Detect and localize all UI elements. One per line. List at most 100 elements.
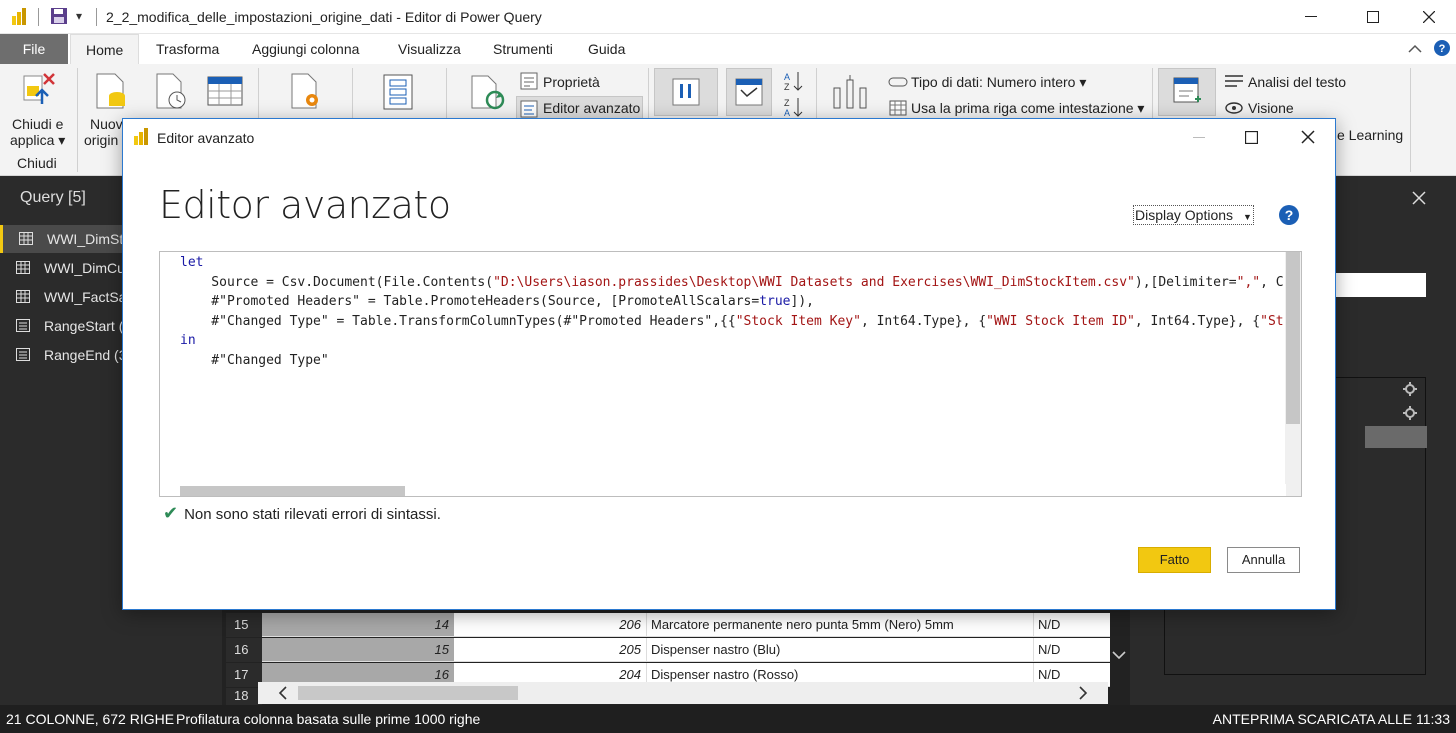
- dialog-maximize-icon[interactable]: [1245, 131, 1258, 144]
- properties-icon[interactable]: [520, 72, 538, 95]
- choose-columns-button[interactable]: [654, 68, 718, 116]
- cell[interactable]: 206: [454, 613, 647, 637]
- power-bi-logo-icon: [133, 128, 149, 151]
- scroll-down-icon[interactable]: [1112, 650, 1126, 660]
- data-type-dropdown[interactable]: Tipo di dati: Numero intero ▾: [911, 74, 1086, 91]
- new-source-icon[interactable]: [95, 72, 127, 115]
- code-line: in: [180, 333, 196, 348]
- step-settings-icon[interactable]: [1403, 406, 1417, 420]
- refresh-preview-icon[interactable]: [470, 74, 506, 115]
- status-rows-columns: 21 COLONNE, 672 RIGHE: [6, 711, 175, 727]
- new-source-label-2[interactable]: origin: [84, 132, 118, 148]
- editor-horizontal-scrollbar[interactable]: [160, 484, 1286, 496]
- step-settings-icon[interactable]: [1403, 382, 1417, 396]
- tab-view[interactable]: Visualizza: [383, 34, 476, 64]
- table-row[interactable]: 15 14 206 Marcatore permanente nero punt…: [226, 613, 1110, 638]
- display-options-dropdown[interactable]: Display Options ▼: [1133, 205, 1254, 225]
- syntax-status: ✔ Non sono stati rilevati errori di sinta…: [163, 503, 441, 524]
- text-analytics-button[interactable]: Analisi del testo: [1248, 74, 1346, 90]
- dialog-close-icon[interactable]: [1301, 130, 1315, 144]
- table-icon: [16, 290, 30, 303]
- append-queries-button[interactable]: [1158, 68, 1216, 116]
- window-title: 2_2_modifica_delle_impostazioni_origine_…: [106, 9, 542, 25]
- new-source-label-1[interactable]: Nuov: [90, 116, 123, 132]
- code-editor[interactable]: let Source = Csv.Document(File.Contents(…: [159, 251, 1302, 497]
- vision-icon[interactable]: [1225, 101, 1243, 119]
- split-column-icon[interactable]: [832, 74, 868, 115]
- enter-data-icon[interactable]: [207, 76, 243, 111]
- dialog-minimize-icon[interactable]: [1193, 137, 1205, 139]
- tab-add-column[interactable]: Aggiungi colonna: [237, 34, 374, 64]
- cell[interactable]: N/D: [1034, 613, 1110, 637]
- maximize-button[interactable]: [1350, 4, 1396, 30]
- cell[interactable]: 15: [262, 638, 454, 662]
- scroll-thumb[interactable]: [298, 686, 518, 700]
- tab-home[interactable]: Home: [70, 34, 140, 64]
- tab-file[interactable]: File: [0, 34, 68, 64]
- quick-access-dropdown[interactable]: ▾: [76, 9, 82, 23]
- save-icon[interactable]: [50, 7, 68, 30]
- close-apply-label-1[interactable]: Chiudi e: [12, 116, 63, 132]
- scroll-right-icon[interactable]: [1078, 686, 1088, 700]
- query-item-label: RangeStart (: [44, 318, 124, 334]
- table-row[interactable]: 16 15 205 Dispenser nastro (Blu) N/D: [226, 638, 1110, 663]
- vision-button[interactable]: Visione: [1248, 100, 1294, 116]
- advanced-editor-button[interactable]: Editor avanzato: [543, 100, 640, 116]
- cell[interactable]: 205: [454, 638, 647, 662]
- cell[interactable]: N/D: [1034, 638, 1110, 662]
- svg-text:A: A: [784, 108, 790, 118]
- data-type-icon[interactable]: [888, 75, 908, 93]
- syntax-status-text: Non sono stati rilevati errori di sintas…: [184, 506, 441, 523]
- text-analytics-icon[interactable]: [1225, 74, 1243, 93]
- scroll-thumb[interactable]: [180, 486, 405, 496]
- close-apply-icon[interactable]: [22, 72, 56, 113]
- query-name-input[interactable]: [1336, 273, 1426, 297]
- scroll-left-icon[interactable]: [278, 686, 288, 700]
- row-number: 17: [226, 663, 262, 687]
- first-row-header-dropdown[interactable]: Usa la prima riga come intestazione ▾: [911, 100, 1144, 117]
- grid-horizontal-scrollbar[interactable]: [258, 682, 1108, 704]
- properties-button[interactable]: Proprietà: [543, 74, 600, 90]
- manage-parameters-icon[interactable]: [383, 74, 413, 115]
- done-button[interactable]: Fatto: [1138, 547, 1211, 573]
- keep-rows-button[interactable]: [726, 68, 772, 116]
- parameter-icon: [16, 319, 30, 332]
- svg-text:Z: Z: [784, 98, 790, 108]
- code-line: #"Promoted Headers" = Table.PromoteHeade…: [180, 294, 814, 309]
- code-line: let: [180, 255, 204, 270]
- tab-tools[interactable]: Strumenti: [478, 34, 568, 64]
- table-icon: [19, 232, 33, 245]
- editor-vertical-scrollbar[interactable]: [1285, 252, 1301, 496]
- checkmark-icon: ✔: [163, 503, 179, 523]
- scroll-thumb[interactable]: [1286, 252, 1300, 424]
- status-profiling[interactable]: Profilatura colonna basata sulle prime 1…: [176, 711, 480, 727]
- selected-step[interactable]: [1365, 426, 1427, 448]
- cell[interactable]: 14: [262, 613, 454, 637]
- query-item-label: WWI_DimCu: [44, 260, 125, 276]
- status-bar: 21 COLONNE, 672 RIGHE Profilatura colonn…: [0, 705, 1456, 733]
- collapse-ribbon-icon[interactable]: [1408, 41, 1422, 59]
- close-apply-label-2[interactable]: applica ▾: [10, 132, 65, 149]
- row-number: 16: [226, 638, 262, 662]
- code-line: #"Changed Type": [180, 352, 329, 368]
- help-icon[interactable]: ?: [1434, 40, 1450, 61]
- help-button[interactable]: ?: [1279, 205, 1299, 225]
- cell[interactable]: Dispenser nastro (Blu): [647, 638, 1034, 662]
- svg-text:A: A: [784, 72, 790, 82]
- display-options-label: Display Options: [1135, 207, 1234, 223]
- minimize-button[interactable]: [1288, 4, 1334, 30]
- close-window-button[interactable]: [1406, 4, 1452, 30]
- tab-help[interactable]: Guida: [573, 34, 640, 64]
- dialog-heading: Editor avanzato: [159, 183, 451, 227]
- cancel-button[interactable]: Annulla: [1227, 547, 1300, 573]
- svg-text:Z: Z: [784, 82, 790, 92]
- azure-ml-button[interactable]: e Learning: [1337, 127, 1403, 143]
- sort-ascending-icon[interactable]: AZ: [784, 70, 804, 97]
- close-pane-icon[interactable]: [1412, 191, 1426, 205]
- code-line: Source = Csv.Document(File.Contents("D:\…: [180, 274, 1284, 290]
- cell[interactable]: Marcatore permanente nero punta 5mm (Ner…: [647, 613, 1034, 637]
- recent-sources-icon[interactable]: [155, 72, 189, 115]
- query-item-label: WWI_DimSt: [47, 231, 124, 247]
- tab-transform[interactable]: Trasforma: [141, 34, 234, 64]
- data-source-settings-icon[interactable]: [290, 72, 324, 115]
